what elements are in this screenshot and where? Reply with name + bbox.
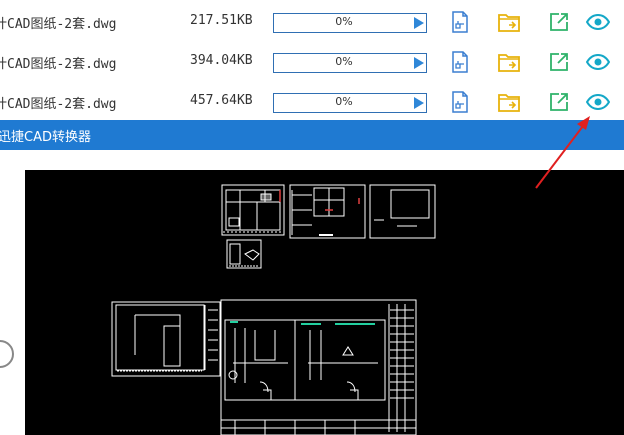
file-icon[interactable] <box>448 10 472 34</box>
file-size: 394.04KB <box>190 53 253 68</box>
file-size: 217.51KB <box>190 13 253 28</box>
folder-icon[interactable] <box>497 90 521 114</box>
preview-window-title: 迅捷CAD转换器 <box>0 130 91 145</box>
folder-icon[interactable] <box>497 50 521 74</box>
eye-icon[interactable] <box>586 10 610 34</box>
file-row: 计CAD图纸-2套.dwg 457.64KB 0% <box>0 80 624 120</box>
file-name: 计CAD图纸-2套.dwg <box>0 57 117 72</box>
folder-icon[interactable] <box>497 10 521 34</box>
progress-text: 0% <box>335 55 353 68</box>
previous-page-button[interactable] <box>0 340 14 368</box>
file-size: 457.64KB <box>190 93 253 108</box>
progress-bar: 0% <box>273 53 427 73</box>
open-external-icon[interactable] <box>547 90 571 114</box>
cad-preview <box>25 170 624 435</box>
open-external-icon[interactable] <box>547 10 571 34</box>
eye-icon[interactable] <box>586 50 610 74</box>
play-icon[interactable] <box>414 17 424 29</box>
play-icon[interactable] <box>414 57 424 69</box>
cad-drawing-image <box>111 184 436 435</box>
eye-icon[interactable] <box>586 90 610 114</box>
file-row: 计CAD图纸-2套.dwg 217.51KB 0% <box>0 0 624 40</box>
file-name: 计CAD图纸-2套.dwg <box>0 97 117 112</box>
play-icon[interactable] <box>414 97 424 109</box>
progress-text: 0% <box>335 15 353 28</box>
file-name: 计CAD图纸-2套.dwg <box>0 17 117 32</box>
progress-bar: 0% <box>273 93 427 113</box>
open-external-icon[interactable] <box>547 50 571 74</box>
file-icon[interactable] <box>448 90 472 114</box>
progress-bar: 0% <box>273 13 427 33</box>
preview-title-bar[interactable]: 迅捷CAD转换器 <box>0 120 624 150</box>
file-row: 计CAD图纸-2套.dwg 394.04KB 0% <box>0 40 624 80</box>
file-icon[interactable] <box>448 50 472 74</box>
progress-text: 0% <box>335 95 353 108</box>
